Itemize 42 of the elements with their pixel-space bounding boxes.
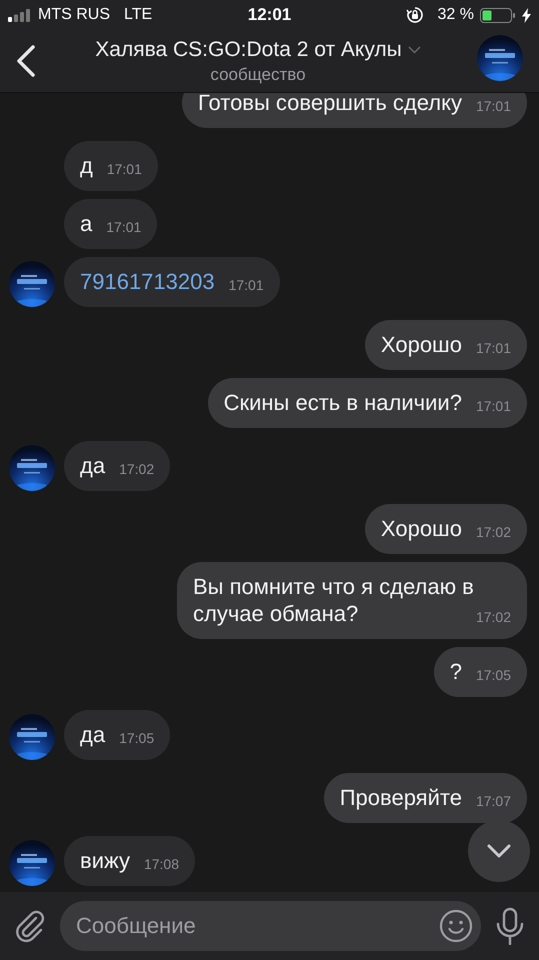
message-time: 17:07 — [476, 793, 511, 809]
chevron-down-icon[interactable] — [486, 843, 512, 859]
network-type: LTE — [124, 6, 152, 24]
message-time: 17:01 — [228, 277, 264, 293]
message-text: а — [80, 211, 92, 236]
message-time: 17:08 — [144, 856, 179, 872]
rotation-lock-icon — [406, 6, 424, 24]
message-time: 17:05 — [476, 667, 511, 683]
message-text: д — [80, 153, 93, 178]
message-text: Хорошо — [380, 332, 462, 357]
signal-icon — [8, 8, 32, 22]
message-text: Хорошо — [380, 516, 462, 541]
message-time: 17:01 — [106, 161, 142, 177]
emoji-icon[interactable] — [439, 909, 473, 943]
attach-button[interactable] — [14, 909, 46, 943]
message-time: 17:02 — [119, 461, 154, 477]
message-time: 17:01 — [476, 98, 511, 114]
message-time: 17:02 — [476, 524, 511, 540]
charging-icon — [522, 8, 531, 22]
battery-percent: 32 % — [438, 6, 474, 24]
chat-title[interactable]: Халява CS:GO:Dota 2 от Акулы — [95, 38, 402, 62]
phone-link[interactable]: 79161713203 — [80, 269, 215, 294]
message-text: Проверяйте — [340, 785, 462, 810]
message-text: ? — [450, 659, 462, 684]
message-time: 17:01 — [106, 219, 142, 235]
chevron-down-icon[interactable] — [408, 46, 421, 54]
message-text: Вы помните что я сделаю в случае обмана? — [193, 574, 474, 626]
message-text: Скины есть в наличии? — [224, 390, 462, 415]
carrier-name: MTS RUS — [38, 6, 110, 24]
microphone-button[interactable] — [495, 907, 525, 945]
message-time: 17:01 — [476, 398, 511, 414]
message-text: Готовы совершить сделку — [198, 90, 462, 115]
message-field[interactable]: Сообщение — [60, 901, 481, 951]
message-time: 17:05 — [119, 730, 154, 746]
status-time: 12:01 — [248, 5, 292, 25]
message-text: да — [80, 722, 106, 747]
message-time: 17:01 — [476, 340, 511, 356]
battery-icon — [480, 8, 516, 22]
chat-subtitle: сообщество — [210, 64, 306, 84]
message-text: вижу — [80, 848, 130, 873]
message-time: 17:02 — [476, 609, 511, 625]
message-text: да — [80, 453, 106, 478]
